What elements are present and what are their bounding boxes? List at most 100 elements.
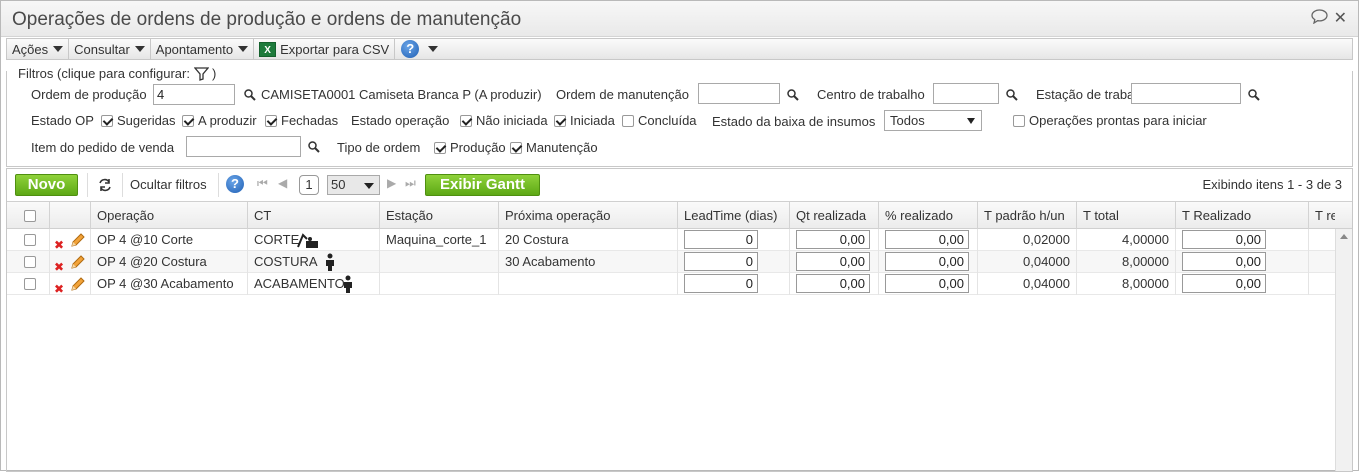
estado-operacao-iniciada[interactable]: Iniciada [554,113,615,129]
chevron-down-icon [428,46,439,52]
checkbox[interactable] [265,115,277,127]
export-csv-button[interactable]: X Exportar para CSV [254,39,396,59]
estado-operacao-nao-iniciada[interactable]: Não iniciada [460,113,548,129]
leadtime-input[interactable]: 0 [684,252,758,271]
page-number-input[interactable]: 1 [299,175,319,195]
exibir-gantt-button[interactable]: Exibir Gantt [425,174,540,196]
t-realizado-input[interactable]: 0,00 [1182,230,1266,249]
estado-op-a-produzir[interactable]: A produzir [182,113,257,129]
row-checkbox[interactable] [24,278,36,290]
cell-t-re [1309,251,1335,273]
cell-pct-realizado: 0,00 [879,251,978,273]
pct-realizado-input[interactable]: 0,00 [885,274,969,293]
novo-button[interactable]: Novo [15,174,78,196]
vertical-scrollbar[interactable] [1335,229,1352,471]
column-header-leadtime[interactable]: LeadTime (dias) [678,202,790,229]
column-header-ct[interactable]: CT [248,202,380,229]
cell-ct: CORTE [248,229,380,251]
estado-operacao-label: Estado operação [351,113,450,128]
estado-op-sugeridas[interactable]: Sugeridas [101,113,176,129]
delete-icon[interactable]: ✖ [54,234,64,251]
cell-pct-realizado: 0,00 [879,273,978,295]
search-icon[interactable] [787,89,799,101]
table-row[interactable]: ✖ OP 4 @30 Acabamento ACABAMENTO 0 0,00 … [7,273,1335,295]
checkbox[interactable] [101,115,113,127]
ordem-manutencao-input[interactable] [698,83,780,104]
estacao-trabalho-input[interactable] [1131,83,1241,104]
last-page-icon[interactable]: ⏭ [405,176,416,191]
row-checkbox[interactable] [24,256,36,268]
column-header-estacao[interactable]: Estação [380,202,499,229]
cell-t-re [1309,229,1335,251]
search-icon[interactable] [1248,89,1260,101]
cell-t-total: 4,00000 [1077,229,1176,251]
scroll-up-icon[interactable] [1340,234,1348,239]
column-header-t-total[interactable]: T total [1077,202,1176,229]
column-header-qt-realizada[interactable]: Qt realizada [790,202,879,229]
operacoes-prontas[interactable]: Operações prontas para iniciar [1013,113,1207,129]
ct-label: ACABAMENTO [254,276,345,291]
help-icon[interactable]: ? [226,175,244,193]
cell-estacao [380,251,499,273]
estado-op-fechadas[interactable]: Fechadas [265,113,338,129]
refresh-icon[interactable] [97,178,113,192]
column-header-operacao[interactable]: Operação [91,202,248,229]
ocultar-filtros-button[interactable]: Ocultar filtros [130,177,207,192]
edit-icon[interactable] [70,255,85,270]
leadtime-input[interactable]: 0 [684,230,758,249]
menu-apontamento[interactable]: Apontamento [151,39,255,59]
delete-icon[interactable]: ✖ [54,278,64,295]
close-icon[interactable]: ✕ [1334,8,1347,28]
table-row[interactable]: ✖ OP 4 @10 Corte CORTE Maquina_corte_1 2… [7,229,1335,251]
prev-page-icon[interactable]: ◀ [278,176,287,190]
help-menu[interactable]: ? [395,39,443,59]
pct-realizado-input[interactable]: 0,00 [885,230,969,249]
delete-icon[interactable]: ✖ [54,256,64,273]
pct-realizado-input[interactable]: 0,00 [885,252,969,271]
tipo-ordem-producao[interactable]: Produção [434,140,506,156]
ordem-producao-input[interactable]: 4 [153,84,235,105]
checkbox-label: Produção [450,140,506,155]
first-page-icon[interactable]: ⏮ [257,176,268,191]
checkbox[interactable] [1013,115,1025,127]
column-header-t-re[interactable]: T re [1309,202,1335,229]
select-all-checkbox[interactable] [24,210,36,222]
checkbox[interactable] [434,142,446,154]
qt-realizada-input[interactable]: 0,00 [796,274,870,293]
column-header-t-realizado[interactable]: T Realizado [1176,202,1309,229]
edit-icon[interactable] [70,233,85,248]
estado-baixa-select[interactable]: Todos [884,110,982,131]
column-header-t-padrao[interactable]: T padrão h/un [978,202,1077,229]
t-realizado-input[interactable]: 0,00 [1182,274,1266,293]
column-header-pct-realizado[interactable]: % realizado [879,202,978,229]
checkbox[interactable] [460,115,472,127]
row-checkbox[interactable] [24,234,36,246]
checkbox[interactable] [510,142,522,154]
centro-trabalho-input[interactable] [933,83,999,104]
item-pedido-input[interactable] [186,136,301,157]
cell-estacao: Maquina_corte_1 [380,229,499,251]
table-row[interactable]: ✖ OP 4 @20 Costura COSTURA 30 Acabamento… [7,251,1335,273]
chat-icon[interactable] [1311,9,1328,28]
leadtime-input[interactable]: 0 [684,274,758,293]
search-icon[interactable] [244,89,256,101]
edit-icon[interactable] [70,277,85,292]
checkbox[interactable] [554,115,566,127]
filters-legend-close: ) [211,66,217,81]
tipo-ordem-manutencao[interactable]: Manutenção [510,140,598,156]
search-icon[interactable] [308,141,320,153]
menu-acoes[interactable]: Ações [7,39,70,59]
page-size-select[interactable]: 50 [327,175,380,195]
select-all-header[interactable] [7,202,50,229]
qt-realizada-input[interactable]: 0,00 [796,230,870,249]
estado-operacao-concluida[interactable]: Concluída [622,113,697,129]
filters-legend[interactable]: Filtros (clique para configurar: ) [15,66,220,81]
t-realizado-input[interactable]: 0,00 [1182,252,1266,271]
next-page-icon[interactable]: ▶ [387,176,396,190]
search-icon[interactable] [1006,89,1018,101]
checkbox[interactable] [182,115,194,127]
qt-realizada-input[interactable]: 0,00 [796,252,870,271]
column-header-proxima-operacao[interactable]: Próxima operação [499,202,678,229]
checkbox[interactable] [622,115,634,127]
menu-consultar[interactable]: Consultar [69,39,151,59]
